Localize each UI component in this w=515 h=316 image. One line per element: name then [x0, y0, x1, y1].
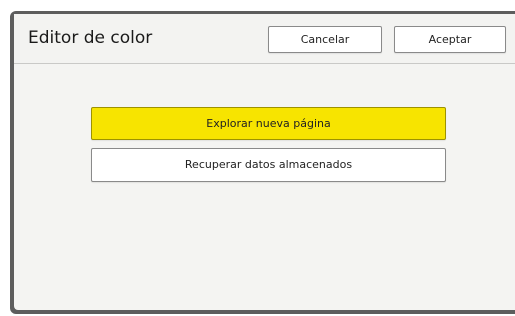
accept-button[interactable]: Aceptar [394, 26, 506, 53]
color-editor-dialog: Editor de color Cancelar Aceptar Explora… [14, 14, 515, 310]
recover-stored-data-button[interactable]: Recuperar datos almacenados [91, 148, 446, 182]
screen: Editor de color Cancelar Aceptar Explora… [0, 0, 515, 316]
header-divider [14, 63, 515, 64]
dialog-header: Editor de color Cancelar Aceptar [14, 14, 515, 63]
dialog-title: Editor de color [28, 28, 153, 48]
explore-new-page-button[interactable]: Explorar nueva página [91, 107, 446, 140]
cancel-button[interactable]: Cancelar [268, 26, 382, 53]
